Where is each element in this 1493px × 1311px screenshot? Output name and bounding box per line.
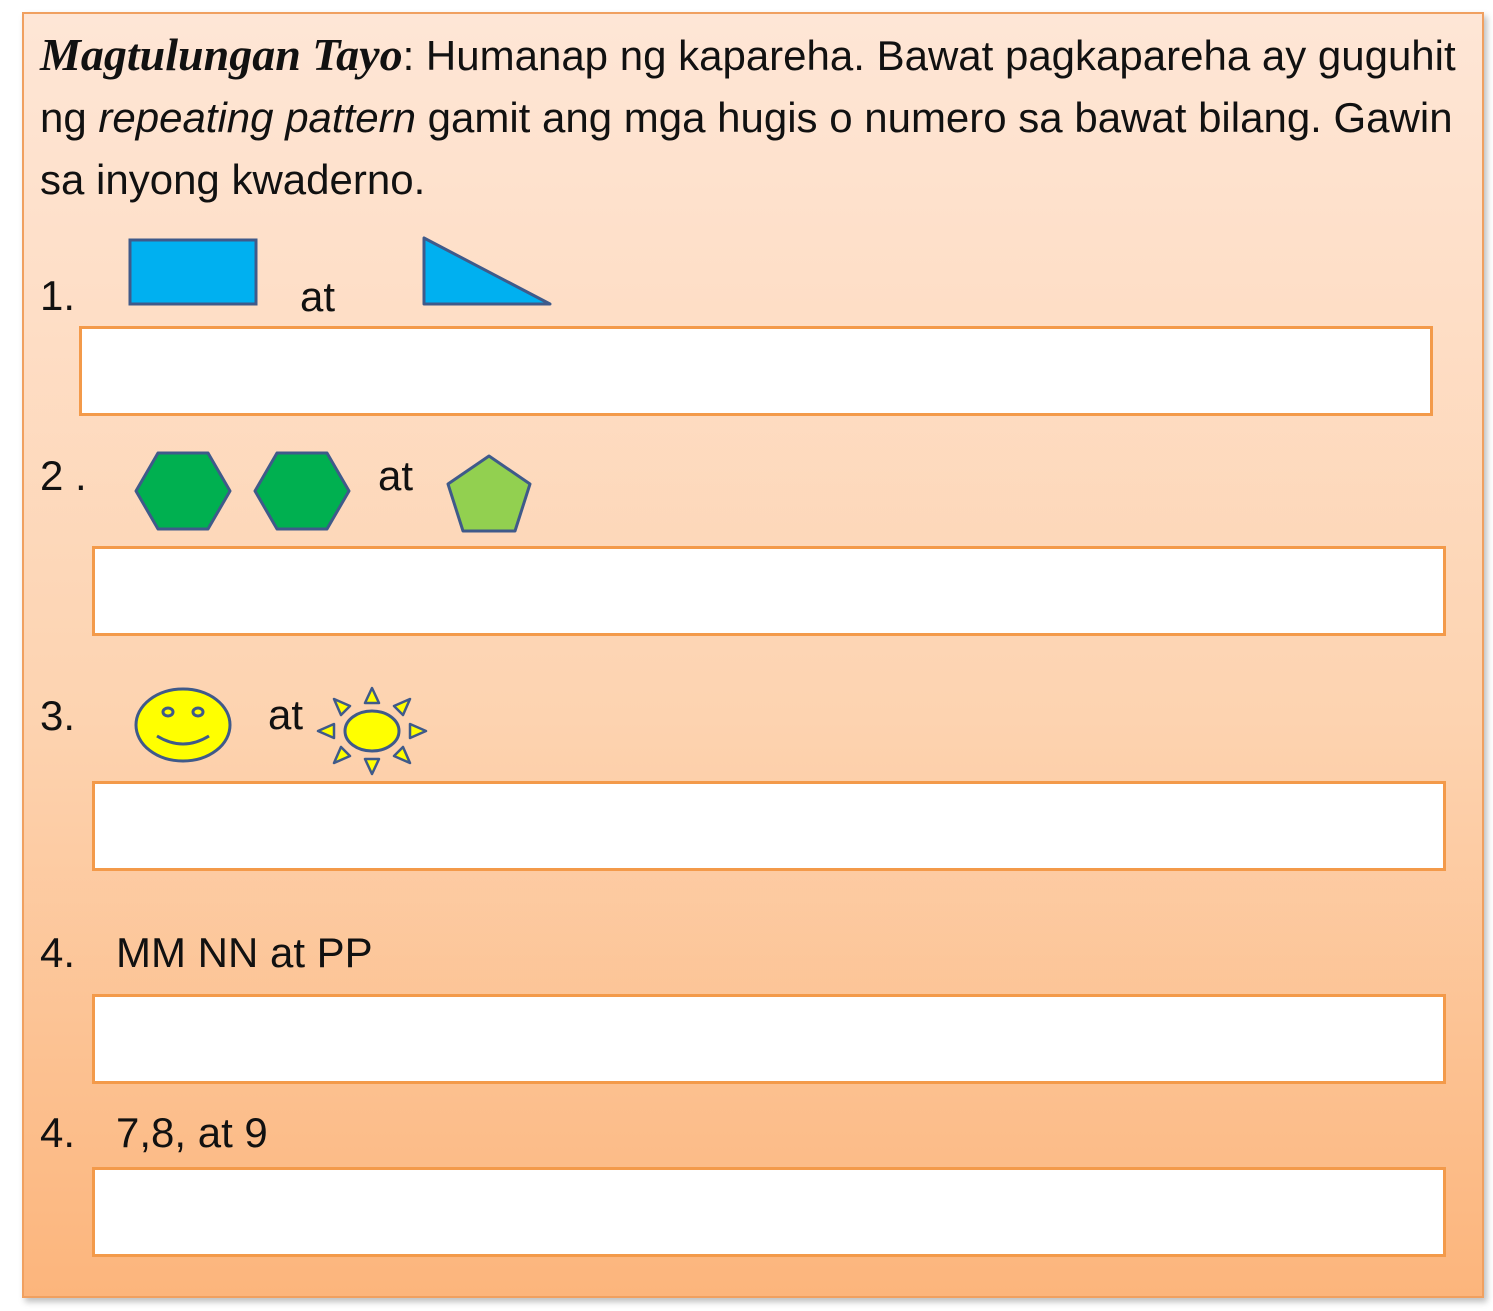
- activity-card: Magtulungan Tayo: Humanap ng kapareha. B…: [22, 12, 1484, 1298]
- smiley-face-icon: [134, 687, 232, 763]
- item-5-text: 7,8, at 9: [116, 1109, 268, 1156]
- answer-box-3[interactable]: [92, 781, 1446, 871]
- item-1-number: 1.: [40, 272, 76, 319]
- instructions-emphasis: repeating pattern: [98, 94, 416, 141]
- item-5-number: 4.: [40, 1109, 76, 1156]
- item-4-number: 4.: [40, 929, 76, 976]
- hexagon-icon: [134, 451, 232, 531]
- activity-title: Magtulungan Tayo: [40, 29, 403, 80]
- answer-box-5[interactable]: [92, 1167, 1446, 1257]
- right-triangle-icon: [422, 236, 552, 306]
- answer-box-1[interactable]: [79, 326, 1433, 416]
- answer-box-2[interactable]: [92, 546, 1446, 636]
- instructions: Magtulungan Tayo: Humanap ng kapareha. B…: [40, 24, 1470, 211]
- item-3-number: 3.: [40, 692, 76, 739]
- hexagon-icon: [253, 451, 351, 531]
- item-2-connector: at: [378, 452, 414, 499]
- answer-box-4[interactable]: [92, 994, 1446, 1084]
- item-2-number: 2 .: [40, 452, 87, 499]
- rectangle-icon: [128, 238, 258, 306]
- item-1-connector: at: [300, 273, 336, 320]
- item-3-connector: at: [268, 691, 304, 738]
- pentagon-icon: [446, 454, 532, 533]
- item-4-text: MM NN at PP: [116, 929, 373, 976]
- sun-icon: [316, 686, 428, 776]
